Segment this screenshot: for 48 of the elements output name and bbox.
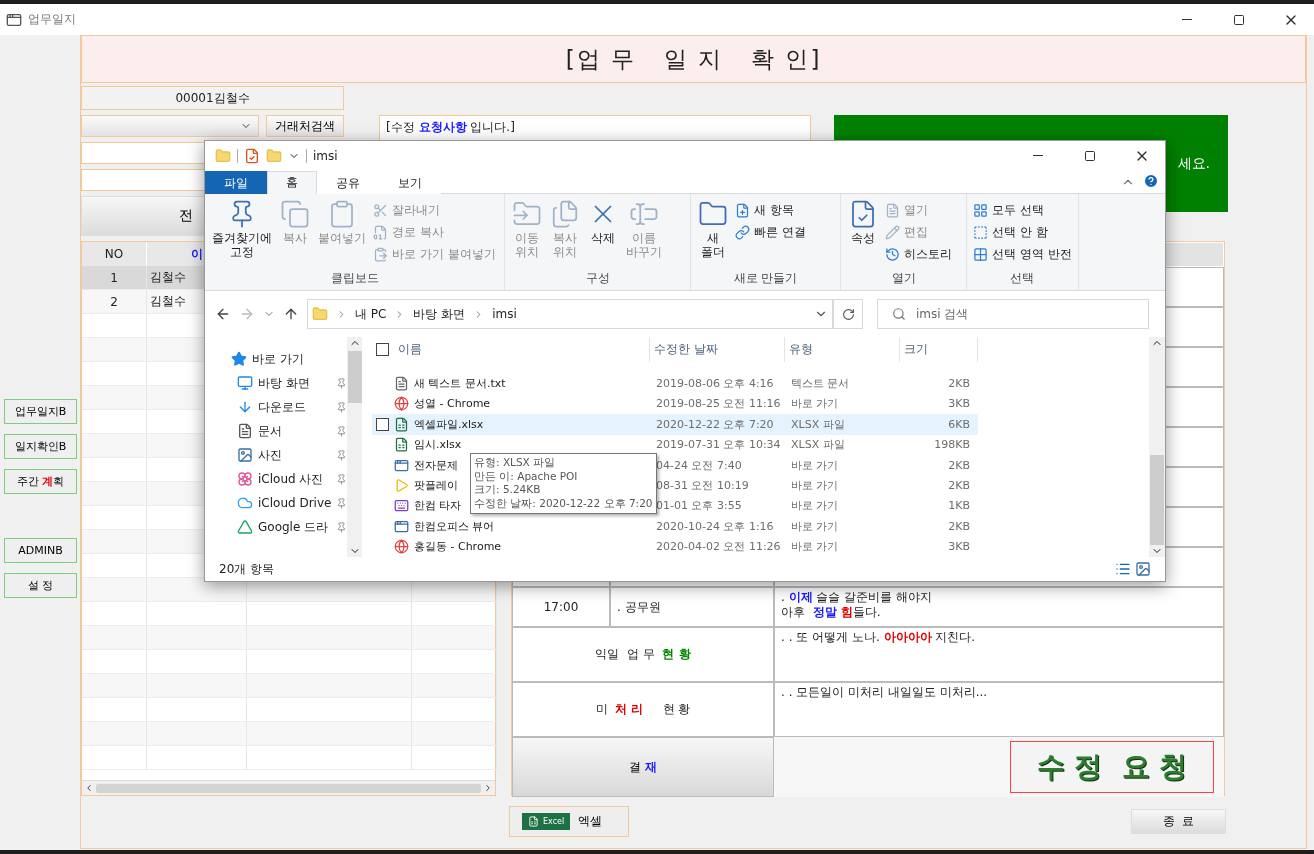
file-date: 2020-04-02 오전 11:26 [656,539,781,555]
file-date: 01-01 오후 3:55 [656,498,742,514]
section-label: 미 처 리 현 황 [512,682,774,737]
file-date: 2019-08-06 오후 4:16 [656,376,774,391]
file-date: 04-24 오전 7:40 [656,457,742,473]
note-cell: . . 모든일이 미처리 내일일도 미처리... [774,682,1224,737]
file-date: 2019-08-25 오전 11:16 [656,396,781,412]
file-date: 2020-12-22 오후 7:20 [656,416,774,432]
column-header: 이 [190,245,203,263]
file-size: 3KB [948,540,970,554]
file-type: XLSX 파일 [791,416,845,432]
status-text: 20개 항목 [219,560,275,578]
file-size: 6KB [948,417,970,431]
file-size: 3KB [948,397,970,411]
file-type: XLSX 파일 [791,437,845,453]
section-label: 익일 업 무 현 황 [512,627,774,682]
file-size: 198KB [934,438,970,452]
group-label: 열기 [890,270,917,287]
file-type: 바로 가기 [791,539,839,555]
file-type: 바로 가기 [791,396,839,412]
file-size: 2KB [948,377,970,390]
window-title: 업무일지 [28,11,76,28]
excel-badge: Excel [522,813,571,830]
file-size: 2KB [948,479,970,492]
file-date: 2019-07-31 오후 10:34 [656,437,781,453]
time-cell: 17:00 [512,587,610,627]
file-size: 1KB [948,499,970,513]
group-label: 새로 만들기 [732,270,799,287]
file-info-tooltip: 유형: XLSX 파일 만든 이: Apache POI 크기: 5.24KB 수정한 날짜: 2020-12-22 오후 7:20 [470,453,657,514]
task-cell: . 공무원 [610,587,774,627]
file-size: 2KB [948,458,970,472]
note-cell: . 이제 슬슬 갈준비를 해야지 아후 정말 힘들다. [774,587,1224,627]
file-size: 2KB [948,519,970,533]
group-label: 클립보드 [329,270,380,287]
window-title: imsi [313,148,338,163]
file-date: 2020-10-24 오후 1:16 [656,518,774,534]
group-label: 선택 [1009,270,1036,287]
group-label: 구성 [584,270,611,287]
file-type: 바로 가기 [791,478,839,493]
file-type: 바로 가기 [791,498,839,514]
employee-field: 00001김철수 [81,86,344,110]
file-date: 08-31 오전 10:19 [656,478,749,493]
file-type: 텍스트 문서 [791,376,850,391]
note-cell: . . 또 어떻게 노나. 아아아아 지친다. [774,627,1224,682]
column-header: NO [104,247,124,261]
page-title: [업 무 일 지 확 인] [81,35,1306,83]
file-type: 바로 가기 [791,457,839,473]
file-type: 바로 가기 [791,518,839,534]
